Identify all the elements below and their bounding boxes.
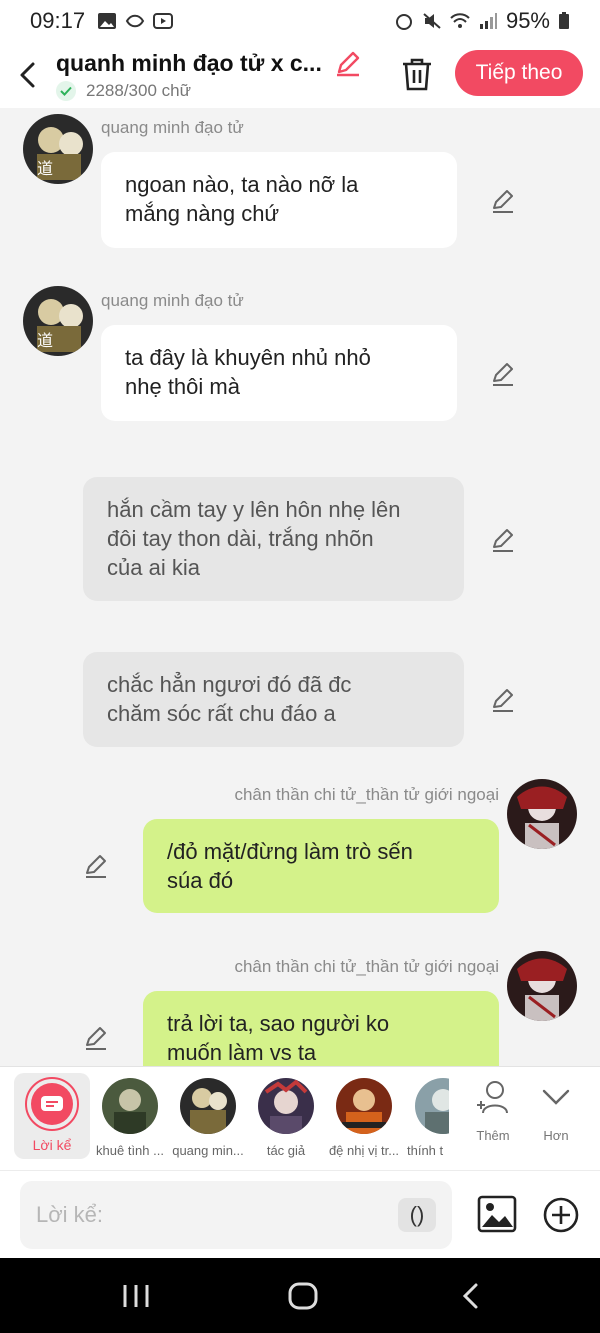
sender-name: chân thần chi tử_thần tử giới ngoại xyxy=(234,785,499,804)
avatar[interactable] xyxy=(507,951,577,1021)
message-bubble[interactable]: ngoan nào, ta nào nỡ la mắng nàng chứ xyxy=(101,152,457,248)
message-line: chăm sóc rất chu đáo a xyxy=(107,701,336,726)
avatar xyxy=(258,1078,314,1134)
character-item[interactable]: tác giả xyxy=(247,1075,325,1158)
character-item[interactable]: đệ nhị vị tr... xyxy=(325,1075,403,1158)
input-bar: Lời kể: () xyxy=(0,1170,600,1258)
edit-message-icon[interactable] xyxy=(490,188,516,214)
character-item[interactable]: thính t xyxy=(403,1075,449,1158)
message-line: của ai kia xyxy=(107,555,200,580)
status-bar: 09:17 95% xyxy=(0,0,600,42)
message-line: muốn làm vs ta xyxy=(167,1040,317,1065)
message-line: chắc hẳn ngươi đó đã đc xyxy=(107,672,352,697)
avatar[interactable] xyxy=(507,779,577,849)
narration-input[interactable]: Lời kể: () xyxy=(20,1181,452,1249)
battery-percent: 95% xyxy=(505,8,550,33)
message-line: trả lời ta, sao người ko xyxy=(167,1011,390,1036)
character-item[interactable]: khuê tình ... xyxy=(91,1075,169,1158)
message-line: nhẹ thôi mà xyxy=(125,374,240,399)
avatar xyxy=(336,1078,392,1134)
chevron-left-icon xyxy=(20,62,35,88)
sender-name: quang minh đạo tử xyxy=(101,291,244,310)
character-label: tác giả xyxy=(266,1143,306,1158)
plus-icon[interactable] xyxy=(541,1195,581,1235)
svg-text:道: 道 xyxy=(37,159,53,178)
next-button[interactable]: Tiếp theo xyxy=(455,50,583,96)
avatar xyxy=(180,1078,236,1134)
word-count: 2288/300 chữ xyxy=(86,81,191,100)
edit-message-icon[interactable] xyxy=(490,687,516,713)
nav-back-icon[interactable] xyxy=(460,1282,482,1310)
more-label: Hơn xyxy=(543,1128,569,1143)
character-label: khuê tình ... xyxy=(96,1143,164,1158)
character-label: quang min... xyxy=(172,1143,244,1158)
edit-message-icon[interactable] xyxy=(490,361,516,387)
app-icon xyxy=(125,14,145,28)
sender-name: quang minh đạo tử xyxy=(101,118,244,137)
avatar xyxy=(102,1078,158,1134)
more-button[interactable]: Hơn xyxy=(526,1079,586,1143)
message-line: /đỏ mặt/đừng làm trò sến xyxy=(167,839,413,864)
character-item[interactable]: quang min... xyxy=(169,1075,247,1158)
wifi-icon xyxy=(450,13,470,28)
narration-bubble[interactable]: hắn cầm tay y lên hôn nhẹ lên đôi tay th… xyxy=(83,477,464,601)
avatar[interactable]: 道 xyxy=(23,286,93,356)
character-bar: Lời kể khuê tình ... quang min... tác gi… xyxy=(0,1066,600,1170)
youtube-icon xyxy=(153,13,174,29)
character-label: thính t xyxy=(407,1143,444,1158)
message-line: hắn cầm tay y lên hôn nhẹ lên xyxy=(107,497,401,522)
back-button[interactable] xyxy=(0,42,56,108)
svg-text:道: 道 xyxy=(37,331,53,350)
trash-icon[interactable] xyxy=(400,56,434,92)
gallery-icon xyxy=(98,13,117,29)
message-line: mắng nàng chứ xyxy=(125,201,280,226)
add-label: Thêm xyxy=(476,1128,510,1143)
parenthesis-button[interactable]: () xyxy=(398,1198,436,1232)
avatar xyxy=(415,1078,449,1134)
message-bubble[interactable]: /đỏ mặt/đừng làm trò sến súa đó xyxy=(143,819,499,913)
image-icon[interactable] xyxy=(477,1195,517,1233)
message-line: đôi tay thon dài, trắng nhõn xyxy=(107,526,374,551)
battery-icon xyxy=(559,12,569,29)
check-icon xyxy=(56,81,76,101)
narration-bubble[interactable]: chắc hẳn ngươi đó đã đc chăm sóc rất chu… xyxy=(83,652,464,747)
status-time: 09:17 xyxy=(30,8,86,33)
narrator-label: Lời kể xyxy=(32,1137,72,1153)
chat-area[interactable]: 道 quang minh đạo tử ngoan nào, ta nào nỡ… xyxy=(0,108,600,1066)
edit-title-icon[interactable] xyxy=(334,49,362,77)
chevron-down-icon xyxy=(542,1089,570,1105)
system-nav-bar xyxy=(0,1258,600,1333)
story-header: quanh minh đạo tử x c... 2288/300 chữ Ti… xyxy=(0,42,600,108)
message-line: ngoan nào, ta nào nỡ la xyxy=(125,172,359,197)
message-bubble[interactable]: trả lời ta, sao người ko muốn làm vs ta xyxy=(143,991,499,1066)
mute-icon xyxy=(423,13,441,29)
input-placeholder: Lời kể: xyxy=(36,1202,104,1227)
edit-message-icon[interactable] xyxy=(490,527,516,553)
alarm-icon xyxy=(395,14,412,30)
edit-message-icon[interactable] xyxy=(83,1025,109,1051)
add-person-icon xyxy=(477,1081,508,1114)
edit-message-icon[interactable] xyxy=(83,853,109,879)
story-title[interactable]: quanh minh đạo tử x c... xyxy=(56,50,322,77)
signal-icon xyxy=(479,13,497,29)
message-line: súa đó xyxy=(167,868,234,893)
sender-name: chân thần chi tử_thần tử giới ngoại xyxy=(234,957,499,976)
home-icon[interactable] xyxy=(288,1282,318,1310)
narrator-button[interactable]: Lời kể xyxy=(14,1073,90,1159)
message-line: ta đây là khuyên nhủ nhỏ xyxy=(125,345,371,370)
avatar[interactable]: 道 xyxy=(23,114,93,184)
character-label: đệ nhị vị tr... xyxy=(328,1143,400,1158)
recent-apps-icon[interactable] xyxy=(122,1282,150,1310)
narration-icon xyxy=(31,1083,73,1125)
message-bubble[interactable]: ta đây là khuyên nhủ nhỏ nhẹ thôi mà xyxy=(101,325,457,421)
add-character-button[interactable]: Thêm xyxy=(463,1079,523,1143)
